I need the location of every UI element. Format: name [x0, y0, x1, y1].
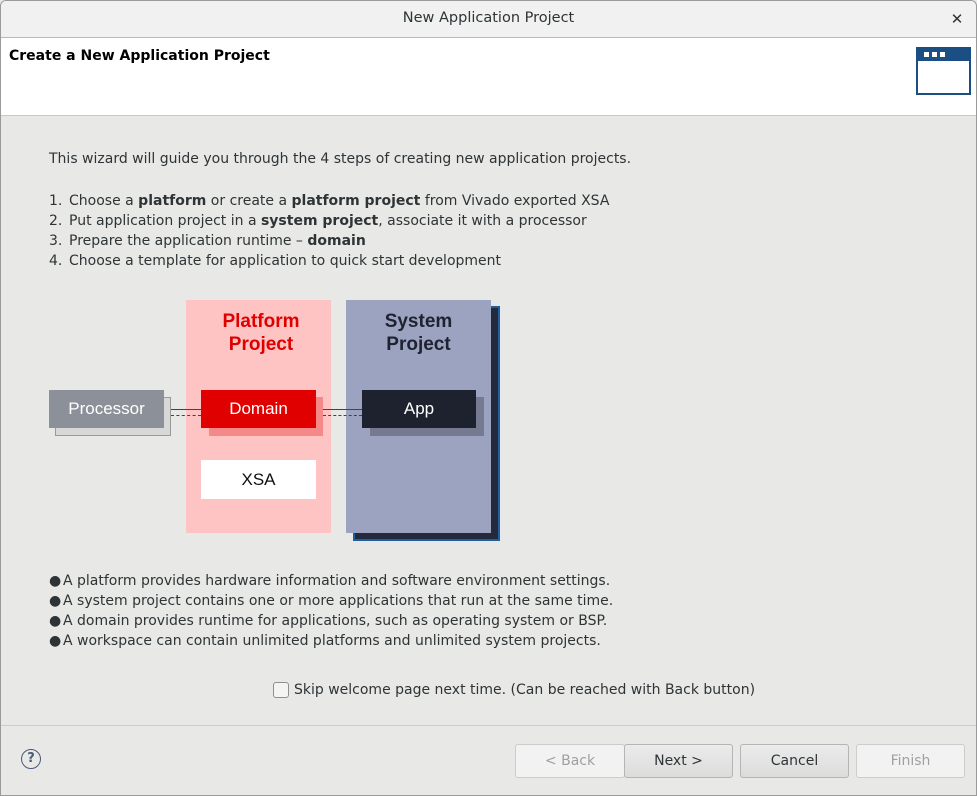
next-button[interactable]: Next >	[624, 744, 733, 778]
bullet-text: A system project contains one or more ap…	[63, 593, 614, 609]
bullet-icon: ●	[49, 633, 62, 649]
step-text-part: Put application project in a	[69, 213, 261, 229]
domain-shadow	[209, 397, 323, 436]
step-text-part: Choose a template for application to qui…	[69, 253, 502, 269]
step-item: 2. Put application project in a system pr…	[49, 211, 609, 231]
architecture-diagram: Platform Project System Project Processo…	[1, 1, 976, 795]
title-bar: New Application Project ✕	[1, 1, 976, 38]
connector-line	[316, 409, 362, 410]
bullet-text: A platform provides hardware information…	[63, 573, 611, 589]
help-icon[interactable]: ?	[21, 749, 41, 769]
finish-button[interactable]: Finish	[856, 744, 965, 778]
connector-line	[164, 409, 201, 410]
step-number: 2.	[49, 213, 63, 229]
checkbox-box[interactable]	[273, 682, 289, 698]
bullet-text: A workspace can contain unlimited platfo…	[63, 633, 601, 649]
intro-text: This wizard will guide you through the 4…	[49, 151, 632, 167]
window-title: New Application Project	[402, 10, 575, 26]
step-text-part: Prepare the application runtime –	[69, 233, 308, 249]
bullet-text: A domain provides runtime for applicatio…	[63, 613, 608, 629]
step-text-part: or create a	[206, 193, 292, 209]
processor-block: Processor	[49, 390, 164, 428]
page-title: Create a New Application Project	[9, 48, 270, 64]
step-item: 1. Choose a platform or create a platform…	[49, 191, 609, 211]
platform-title-line: Platform	[222, 311, 300, 332]
step-keyword: domain	[307, 233, 366, 249]
step-number: 3.	[49, 233, 63, 249]
step-number: 1.	[49, 193, 63, 209]
step-text-part: from Vivado exported XSA	[420, 193, 610, 209]
system-project-box	[346, 300, 491, 533]
footer-divider	[1, 725, 976, 726]
bullet-item: ● A platform provides hardware informatio…	[49, 571, 613, 591]
system-title-line: System	[384, 311, 453, 332]
system-title-line: Project	[386, 334, 451, 355]
step-text: Prepare the application runtime – domain	[69, 233, 366, 249]
info-bullets: ● A platform provides hardware informatio…	[49, 571, 613, 651]
close-icon[interactable]: ✕	[948, 9, 966, 29]
step-item: 3. Prepare the application runtime – doma…	[49, 231, 609, 251]
step-text-part: , associate it with a processor	[378, 213, 587, 229]
bullet-icon: ●	[49, 613, 62, 629]
bullet-item: ● A system project contains one or more a…	[49, 591, 613, 611]
step-text: Put application project in a system proj…	[69, 213, 587, 229]
bullet-icon: ●	[49, 573, 62, 589]
wizard-window-icon	[916, 47, 971, 95]
step-number: 4.	[49, 253, 63, 269]
bullet-icon: ●	[49, 593, 62, 609]
app-block: App	[362, 390, 476, 428]
step-text: Choose a template for application to qui…	[69, 253, 501, 269]
system-project-title: System Project	[346, 310, 491, 356]
step-keyword: platform	[138, 193, 207, 209]
wizard-icon-dot	[924, 52, 929, 57]
system-project-shadow	[353, 306, 500, 541]
processor-shadow	[55, 397, 171, 436]
skip-welcome-checkbox[interactable]: Skip welcome page next time. (Can be rea…	[273, 682, 755, 698]
platform-title-line: Project	[228, 334, 294, 355]
back-button[interactable]: < Back	[515, 744, 625, 778]
steps-list: 1. Choose a platform or create a platform…	[49, 191, 609, 271]
step-keyword: system project	[260, 213, 379, 229]
xsa-block: XSA	[201, 460, 316, 499]
app-shadow	[370, 397, 484, 436]
connector-dashed-line	[323, 415, 362, 416]
skip-welcome-label[interactable]: Skip welcome page next time. (Can be rea…	[294, 682, 755, 698]
step-text: Choose a platform or create a platform p…	[69, 193, 609, 209]
wizard-icon-dot	[940, 52, 945, 57]
connector-dashed-line	[171, 415, 201, 416]
wizard-banner: Create a New Application Project	[1, 38, 976, 116]
platform-project-box	[186, 300, 331, 533]
bullet-item: ● A domain provides runtime for applicati…	[49, 611, 613, 631]
new-application-project-dialog: New Application Project ✕ Create a New A…	[0, 0, 977, 796]
wizard-icon-dot	[932, 52, 937, 57]
platform-project-title: Platform Project	[186, 310, 336, 356]
step-item: 4. Choose a template for application to q…	[49, 251, 609, 271]
bullet-item: ● A workspace can contain unlimited platf…	[49, 631, 613, 651]
step-text-part: Choose a	[69, 193, 139, 209]
step-keyword: platform project	[291, 193, 421, 209]
cancel-button[interactable]: Cancel	[740, 744, 849, 778]
domain-block: Domain	[201, 390, 316, 428]
